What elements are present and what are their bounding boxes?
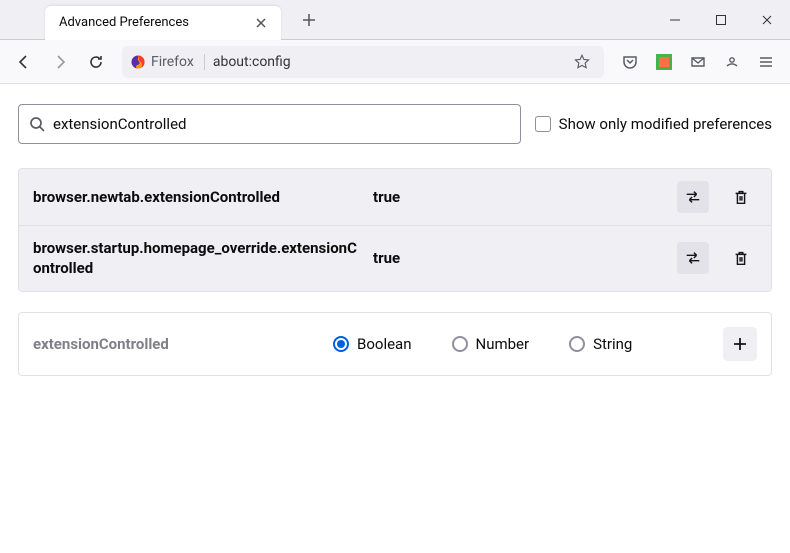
pref-name: browser.startup.homepage_override.extens… (33, 238, 363, 279)
pref-value: true (373, 188, 667, 206)
forward-button[interactable] (44, 46, 76, 78)
pref-name: browser.newtab.extensionControlled (33, 187, 363, 207)
toggle-icon (684, 249, 702, 267)
search-value: extensionControlled (53, 115, 186, 133)
reload-button[interactable] (80, 46, 112, 78)
minimize-button[interactable] (652, 0, 698, 40)
app-menu-button[interactable] (750, 46, 782, 78)
search-row: extensionControlled Show only modified p… (18, 104, 772, 144)
identity-box[interactable]: Firefox (130, 54, 205, 70)
delete-button[interactable] (725, 242, 757, 274)
add-pref-button[interactable] (723, 327, 757, 361)
delete-button[interactable] (725, 181, 757, 213)
trash-icon (732, 249, 750, 267)
radio-label: String (593, 335, 632, 353)
tab-close-button[interactable] (251, 13, 271, 33)
trash-icon (732, 188, 750, 206)
firefox-logo-icon (130, 54, 146, 70)
tab-strip: Advanced Preferences (0, 0, 652, 39)
bookmark-star-button[interactable] (568, 53, 596, 71)
pref-row[interactable]: browser.startup.homepage_override.extens… (19, 226, 771, 291)
type-radio-string[interactable]: String (569, 335, 632, 353)
titlebar: Advanced Preferences (0, 0, 790, 40)
add-pref-group: extensionControlled Boolean Number Strin… (18, 312, 772, 376)
new-tab-button[interactable] (295, 6, 323, 34)
maximize-button[interactable] (698, 0, 744, 40)
radio-icon (333, 336, 349, 352)
inbox-button[interactable] (682, 46, 714, 78)
toggle-button[interactable] (677, 181, 709, 213)
window-controls (652, 0, 790, 40)
radio-label: Number (476, 335, 530, 353)
close-window-button[interactable] (744, 0, 790, 40)
url-text: about:config (211, 54, 562, 70)
about-config-content: extensionControlled Show only modified p… (0, 84, 790, 396)
prefs-list: browser.newtab.extensionControlled true … (18, 168, 772, 292)
url-bar[interactable]: Firefox about:config (122, 46, 604, 78)
radio-icon (452, 336, 468, 352)
radio-label: Boolean (357, 335, 412, 353)
pref-value: true (373, 249, 667, 267)
extension-button[interactable] (648, 46, 680, 78)
type-radio-number[interactable]: Number (452, 335, 530, 353)
radio-icon (569, 336, 585, 352)
account-button[interactable] (716, 46, 748, 78)
extension-icon (656, 54, 672, 70)
add-pref-row: extensionControlled Boolean Number Strin… (19, 313, 771, 375)
tab-title: Advanced Preferences (59, 15, 251, 30)
back-button[interactable] (8, 46, 40, 78)
toolbar-end-icons (614, 46, 782, 78)
type-choices: Boolean Number String (333, 335, 713, 353)
toggle-button[interactable] (677, 242, 709, 274)
add-pref-name: extensionControlled (33, 335, 323, 353)
checkbox-icon (535, 116, 551, 132)
toggle-icon (684, 188, 702, 206)
config-search-input[interactable]: extensionControlled (18, 104, 521, 144)
show-only-modified-checkbox[interactable]: Show only modified preferences (535, 115, 772, 133)
tab-advanced-preferences[interactable]: Advanced Preferences (45, 6, 281, 40)
plus-icon (732, 336, 748, 352)
show-only-label: Show only modified preferences (559, 115, 772, 133)
pocket-button[interactable] (614, 46, 646, 78)
identity-label: Firefox (151, 54, 194, 70)
pref-actions (677, 242, 757, 274)
search-icon (29, 116, 45, 132)
navigation-toolbar: Firefox about:config (0, 40, 790, 84)
type-radio-boolean[interactable]: Boolean (333, 335, 412, 353)
pref-row[interactable]: browser.newtab.extensionControlled true (19, 169, 771, 226)
pref-actions (677, 181, 757, 213)
